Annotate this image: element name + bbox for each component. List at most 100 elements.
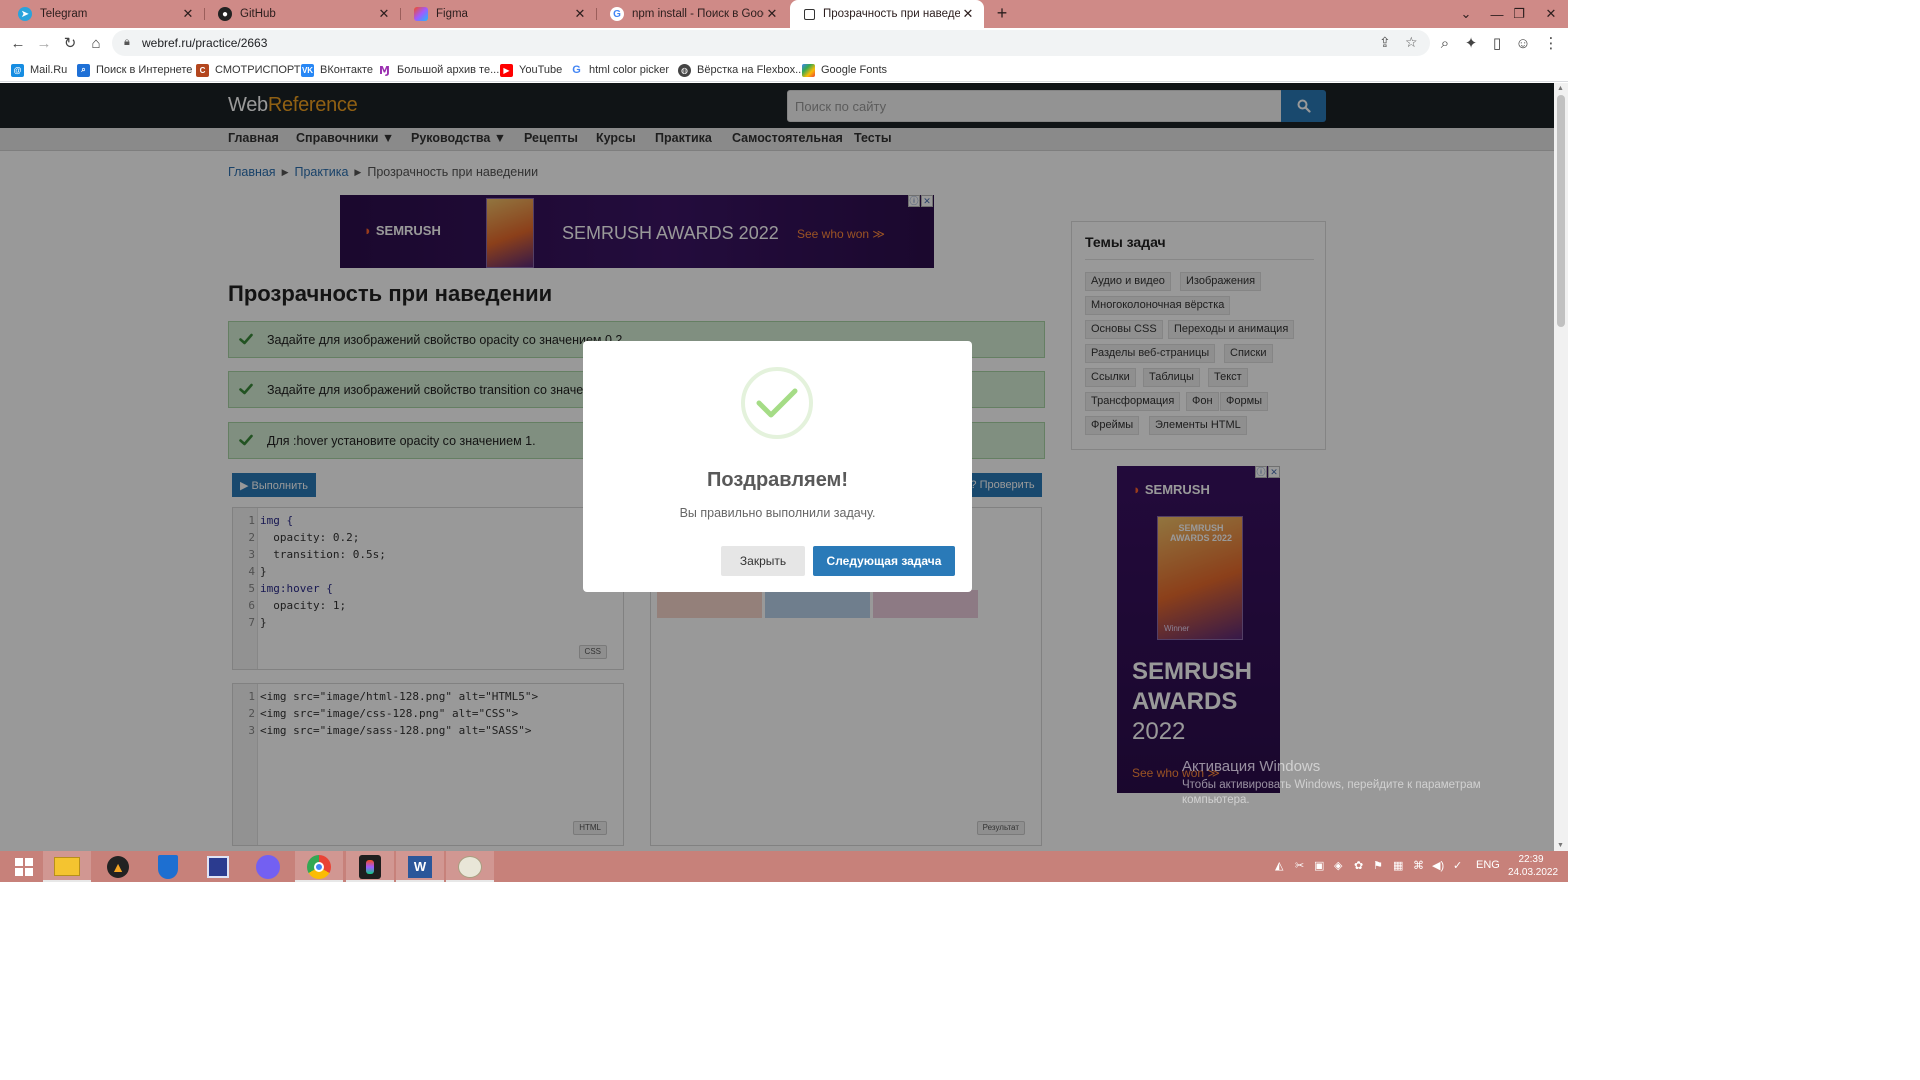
defender-icon[interactable] [144,851,192,882]
mailru-icon: @ [11,63,24,77]
windows-start-icon[interactable] [0,851,48,882]
menu-kebab-icon[interactable]: ⋮ [1541,33,1561,53]
google-fonts-icon [802,63,815,77]
figma-app-icon[interactable] [346,851,394,882]
bookmarks-bar: @ Mail.Ru ⌕ Поиск в Интернете С СМОТРИСПОРТ… [0,58,1568,82]
bookmark-smotrisport[interactable]: С СМОТРИСПОРТ [196,61,300,79]
new-tab-button[interactable]: + [992,4,1012,24]
chrome-icon[interactable] [295,851,343,882]
search-icon: ⌕ [77,63,90,77]
bookmark-label: ВКонтакте [320,64,373,76]
tray-icon[interactable]: ◈ [1334,859,1342,872]
extensions-icon[interactable]: ✦ [1461,33,1481,53]
close-icon[interactable]: ✕ [180,6,196,22]
tab-telegram[interactable]: ➤ Telegram ✕ [4,0,205,28]
scroll-up-icon[interactable]: ▲ [1557,85,1564,92]
back-icon[interactable]: ← [8,33,28,53]
network-icon[interactable]: ⌘ [1413,859,1424,872]
tab-figma[interactable]: Figma ✕ [400,0,597,28]
tab-webref-active[interactable]: Прозрачность при наведении | ✕ [790,0,984,28]
success-modal: Поздравляем! Вы правильно выполнили зада… [583,341,972,592]
word-icon[interactable]: W [396,851,444,882]
bookmark-label: Mail.Ru [30,64,68,76]
tab-github[interactable]: ● GitHub ✕ [204,0,401,28]
tray-icon[interactable]: ⚑ [1373,859,1383,872]
google-icon: G [610,7,624,21]
windows-taskbar: ▲ W ◭ ✂ ▣ ◈ ✿ ⚑ ▦ ⌘ ◀) ✓ ENG 22:39 24.03… [0,851,1568,882]
chrome-center-icon [314,861,324,872]
tab-title: GitHub [240,8,276,20]
bookmark-vk[interactable]: VK ВКонтакте [301,61,373,79]
scroll-down-icon[interactable]: ▼ [1557,842,1564,849]
restore-icon[interactable]: ❐ [1502,0,1536,28]
forward-icon[interactable]: → [34,33,54,53]
viber-icon[interactable] [244,851,292,882]
scrollbar-thumb[interactable] [1557,95,1565,327]
bookmark-label: html color picker [589,64,670,76]
save-disk-icon[interactable] [194,851,242,882]
language-indicator[interactable]: ENG [1476,859,1500,871]
bookmark-star-icon[interactable]: ☆ [1405,34,1418,51]
side-panel-icon[interactable]: ▯ [1487,33,1507,53]
tab-title: Figma [436,8,468,20]
bookmark-mailru[interactable]: @ Mail.Ru [11,61,67,79]
reload-icon[interactable]: ↻ [60,33,80,53]
share-icon[interactable]: ⇪ [1379,34,1391,51]
close-icon[interactable]: ✕ [764,6,780,22]
clock[interactable]: 22:39 24.03.2022 [1508,853,1559,879]
tray-icon[interactable]: ✿ [1354,859,1363,872]
avast-icon[interactable]: ▲ [94,851,142,882]
tray-icon[interactable]: ✓ [1453,859,1462,872]
close-icon[interactable]: ✕ [376,6,392,22]
browser-tab-strip: ➤ Telegram ✕ ● GitHub ✕ Figma ✕ G npm in… [0,0,1568,28]
close-icon[interactable]: ✕ [960,6,976,22]
watermark-title: Активация Windows [1182,758,1321,775]
nvidia-icon[interactable]: ▣ [1314,859,1324,872]
lock-icon: 🔒︎ [124,36,130,48]
volume-icon[interactable]: ◀) [1432,859,1444,872]
url-text[interactable]: webref.ru/practice/2663 [142,36,267,50]
file-explorer-icon[interactable] [43,851,91,882]
clock-time: 22:39 [1518,854,1544,865]
tray-icon[interactable]: ▦ [1393,859,1403,872]
tray-icon[interactable]: ✂ [1295,859,1304,872]
address-bar[interactable]: 🔒︎ webref.ru/practice/2663 ⇪ ☆ [112,30,1430,56]
shield-icon [158,854,178,879]
floppy-icon [207,855,229,878]
github-icon: ● [218,7,232,21]
modal-title: Поздравляем! [706,469,849,491]
next-task-button[interactable]: Следующая задача [813,546,955,576]
bookmark-label: Поиск в Интернете [96,64,193,76]
bookmark-flexbox[interactable]: ◍ Вёрстка на Flexbox... [678,61,804,79]
smotrisport-icon: С [196,63,209,77]
bookmark-label: Вёрстка на Flexbox... [697,64,805,76]
folder-icon [54,857,80,876]
bookmark-youtube[interactable]: ▶ YouTube [500,61,562,79]
paint-icon[interactable] [446,851,494,882]
word-logo-icon: W [408,855,432,878]
vk-icon: VK [301,63,314,77]
close-button[interactable]: Закрыть [721,546,805,576]
bookmark-archive[interactable]: Ɱ Большой архив те... [378,61,499,79]
close-icon[interactable]: ✕ [572,6,588,22]
chrome-logo-icon [307,854,331,879]
bookmark-google-fonts[interactable]: Google Fonts [802,61,887,79]
archive-icon: Ɱ [378,63,391,77]
bookmark-color-picker[interactable]: Ghtml color picker [570,61,669,79]
figma-mark-icon [366,859,374,874]
clock-date: 24.03.2022 [1508,867,1559,878]
tab-search-icon[interactable]: ⌄ [1449,0,1483,28]
page-scrollbar[interactable]: ▲ ▼ [1554,83,1568,851]
zoom-search-icon[interactable]: ⌕ [1435,33,1455,53]
profile-avatar-icon[interactable]: ☺ [1513,33,1533,53]
viber-logo-icon [256,854,280,879]
home-icon[interactable]: ⌂ [86,33,106,53]
tray-icon[interactable]: ◭ [1275,859,1283,872]
check-icon [756,388,798,418]
tab-google-search[interactable]: G npm install - Поиск в Google ✕ [596,0,788,28]
globe-icon: ◍ [678,63,691,77]
bookmark-search[interactable]: ⌕ Поиск в Интернете [77,61,192,79]
bookmark-label: СМОТРИСПОРТ [215,64,301,76]
window-close-icon[interactable]: ✕ [1534,0,1568,28]
tab-title: Telegram [40,8,88,20]
